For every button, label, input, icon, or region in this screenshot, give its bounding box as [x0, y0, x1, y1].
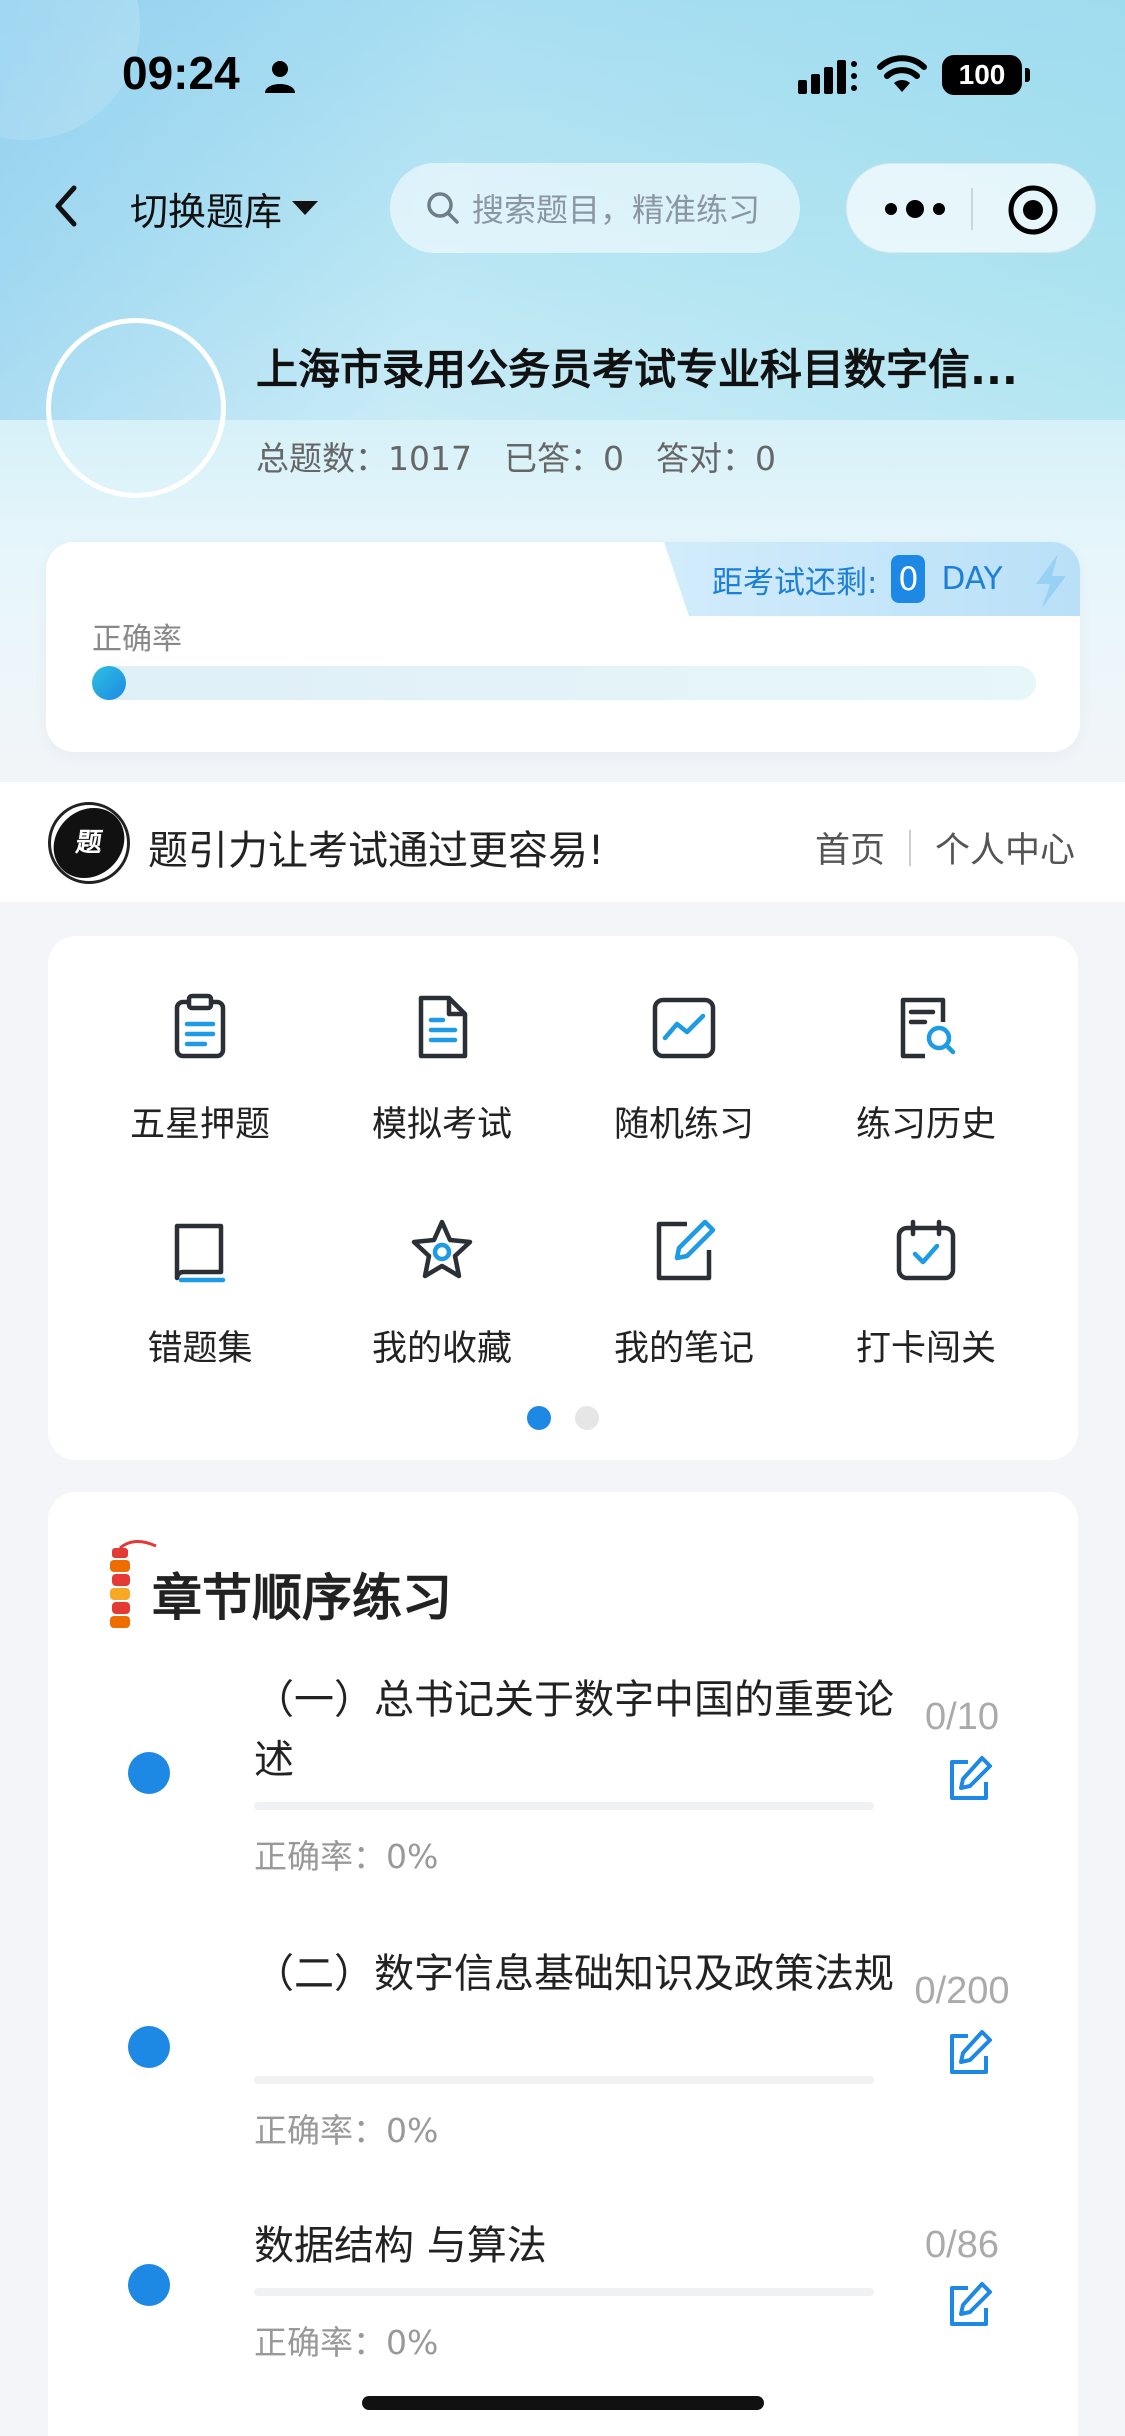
capsule-divider	[971, 188, 973, 230]
note-edit-icon	[656, 1219, 716, 1281]
search-icon	[427, 192, 459, 224]
countdown-label: 距考试还剩:	[712, 564, 878, 601]
document-icon	[418, 995, 468, 1059]
feature-favorites[interactable]: 我的收藏	[342, 1160, 542, 1369]
chapter-name: （二）数字信息基础知识及政策法规	[254, 1951, 894, 1997]
accuracy-label: 正确率	[92, 622, 182, 657]
correct-count: 答对：0	[655, 439, 776, 478]
edit-icon[interactable]	[944, 1754, 994, 1804]
chapter-accuracy: 正确率：0%	[254, 2323, 439, 2362]
feature-label: 五星押题	[129, 1105, 270, 1145]
brand-links: 首页 个人中心	[815, 822, 1075, 873]
clipboard-icon	[174, 993, 226, 1059]
answered-count: 已答：0	[503, 439, 624, 478]
chapter-accuracy: 正确率：0%	[254, 1837, 439, 1876]
status-bar: 09:24 100	[0, 0, 1125, 150]
lightning-icon	[1036, 554, 1066, 608]
chapter-practice-card: 章节顺序练习 （一）总书记关于数字中国的重要论述 正确率：0% 0/10 （二）…	[48, 1492, 1078, 2436]
accuracy-card: 距考试还剩: 0 DAY 正确率	[46, 542, 1080, 752]
more-icon[interactable]	[877, 184, 953, 234]
feature-label: 打卡闯关	[855, 1329, 996, 1369]
chapter-bullet	[128, 2264, 170, 2306]
chapter-section-title: 章节顺序练习	[152, 1569, 452, 1627]
feature-label: 我的笔记	[613, 1329, 754, 1369]
chapter-progress-count: 0/200	[914, 1970, 1010, 2012]
home-link[interactable]: 首页	[815, 822, 885, 873]
mini-program-capsule	[846, 163, 1096, 253]
chapter-progress-count: 0/10	[925, 1696, 999, 1738]
chapter-progress-bar	[254, 1802, 874, 1810]
feature-check-in[interactable]: 打卡闯关	[826, 1160, 1026, 1369]
feature-mock-exam[interactable]: 模拟考试	[342, 936, 542, 1145]
chapter-progress-bar	[254, 2076, 874, 2084]
feature-practice-history[interactable]: 练习历史	[826, 936, 1026, 1145]
chapter-bullet	[128, 1752, 170, 1794]
bank-title: 上海市录用公务员考试专业科目数字信...	[256, 345, 1018, 394]
accuracy-progress-bar	[92, 666, 1036, 700]
countdown-unit: DAY	[941, 561, 1003, 597]
star-icon	[411, 1219, 473, 1279]
profile-link[interactable]: 个人中心	[935, 822, 1075, 873]
feature-five-star[interactable]: 五星押题	[100, 936, 300, 1145]
chapter-progress-bar	[254, 2288, 874, 2296]
feature-label: 随机练习	[613, 1105, 754, 1145]
calendar-check-icon	[896, 1219, 956, 1281]
chapter-name: （一）总书记关于数字中国的重要论述	[254, 1677, 894, 1783]
book-icon	[174, 1223, 226, 1283]
chapter-bullet	[128, 2026, 170, 2068]
chapter-accuracy: 正确率：0%	[254, 2111, 439, 2150]
feature-random-practice[interactable]: 随机练习	[584, 936, 784, 1145]
exam-countdown: 距考试还剩: 0 DAY	[664, 542, 1080, 616]
close-target-icon[interactable]	[1007, 184, 1059, 236]
feature-my-notes[interactable]: 我的笔记	[584, 1160, 784, 1369]
caret-down-icon	[292, 201, 319, 215]
switch-bank-dropdown[interactable]: 切换题库	[130, 180, 319, 236]
total-count: 总题数：1017	[256, 439, 472, 478]
battery-indicator: 100	[942, 55, 1030, 95]
home-indicator	[362, 2396, 764, 2410]
feature-label: 错题集	[147, 1329, 253, 1369]
wifi-icon	[877, 55, 927, 92]
pagination-dots	[48, 1406, 1078, 1430]
link-divider	[908, 829, 911, 866]
feature-label: 我的收藏	[371, 1329, 512, 1369]
status-time: 09:24	[122, 47, 240, 99]
brand-bar: 题 题引力让考试通过更容易! 首页 个人中心	[0, 782, 1125, 902]
search-placeholder: 搜索题目，精准练习	[472, 191, 761, 229]
feature-wrong-questions[interactable]: 错题集	[100, 1160, 300, 1369]
switch-bank-label: 切换题库	[130, 189, 283, 234]
back-arrow-icon[interactable]	[44, 172, 88, 240]
feature-label: 模拟考试	[371, 1105, 512, 1145]
search-input[interactable]: 搜索题目，精准练习	[390, 163, 800, 253]
pagination-dot-active[interactable]	[527, 1406, 551, 1430]
person-icon	[265, 61, 295, 93]
bank-avatar	[46, 318, 226, 498]
firecracker-icon	[110, 1540, 157, 1628]
signal-icon	[798, 60, 857, 94]
accuracy-progress-fill	[92, 666, 126, 700]
chart-icon	[652, 997, 716, 1059]
feature-grid-card: 五星押题 模拟考试 随机练习 练习历史 错题集 我的收藏 我的笔记 打卡闯关	[48, 936, 1078, 1460]
history-search-icon	[900, 997, 956, 1059]
edit-icon[interactable]	[944, 2028, 994, 2078]
brand-logo: 题	[48, 802, 130, 884]
bank-stats: 总题数：1017 已答：0 答对：0	[256, 432, 776, 480]
countdown-days: 0	[891, 555, 926, 603]
edit-icon[interactable]	[944, 2280, 994, 2330]
chapter-progress-count: 0/86	[925, 2224, 999, 2266]
chapter-name: 数据结构 与算法	[254, 2223, 547, 2269]
feature-label: 练习历史	[855, 1105, 996, 1145]
brand-slogan: 题引力让考试通过更容易!	[148, 828, 605, 874]
pagination-dot[interactable]	[575, 1406, 599, 1430]
brand-logo-mark: 题	[51, 808, 127, 878]
